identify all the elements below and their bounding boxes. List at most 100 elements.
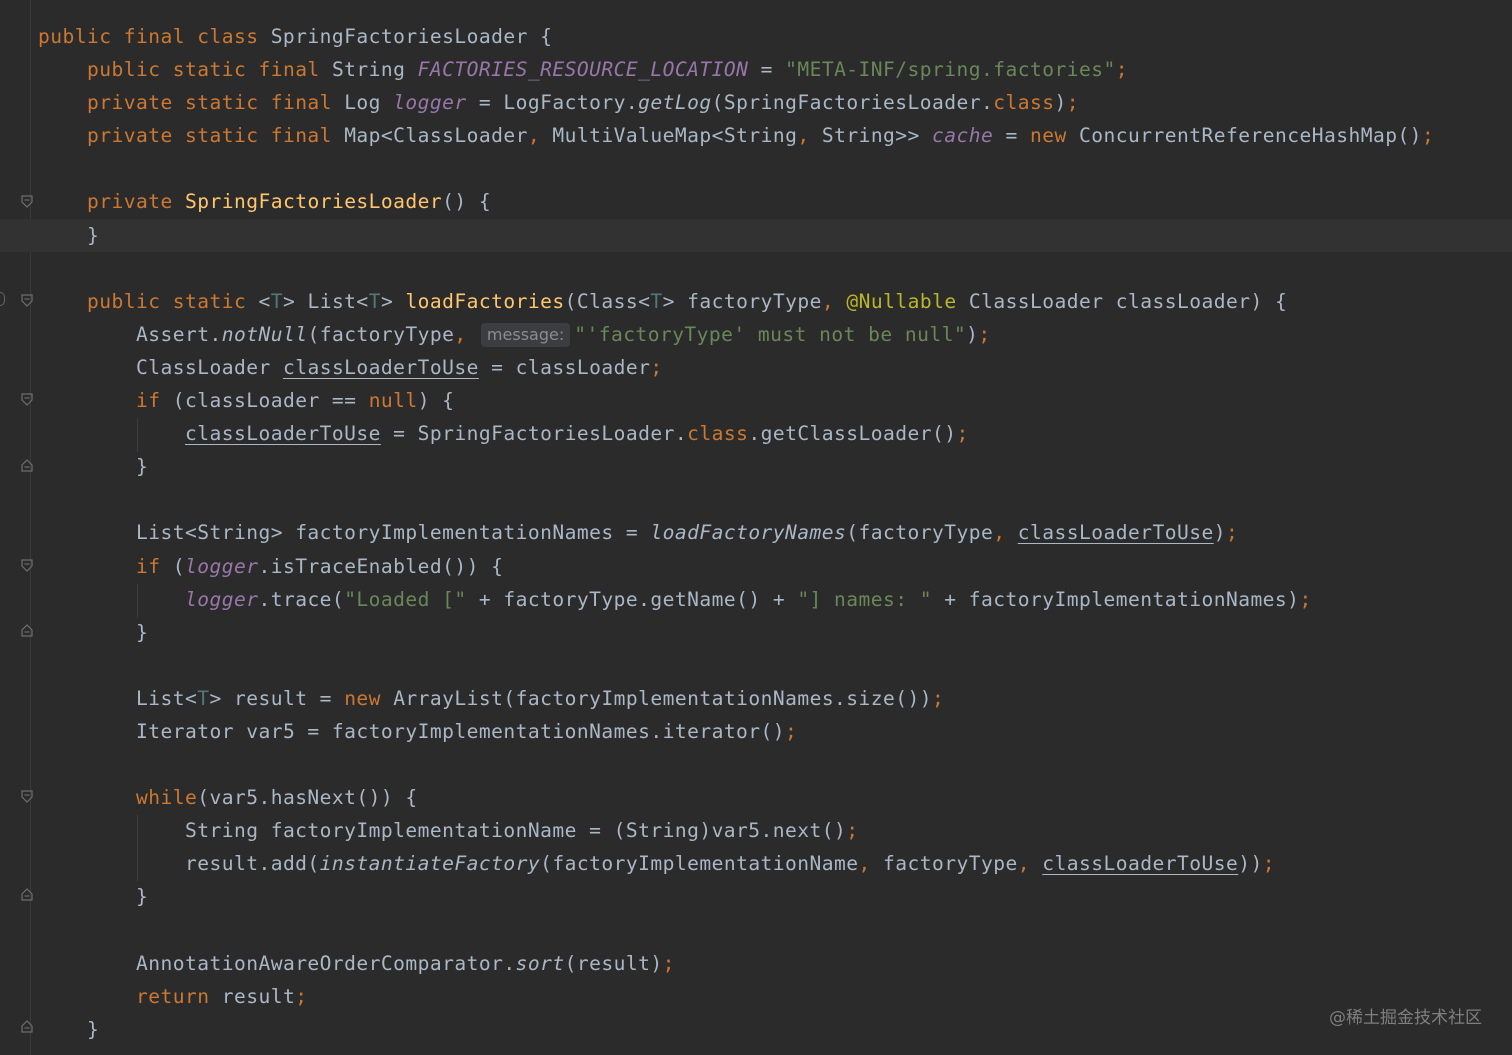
- static-call: instantiateFactory: [319, 852, 541, 876]
- code-line-current[interactable]: }: [0, 218, 1512, 252]
- fold-start-icon[interactable]: [21, 790, 33, 803]
- comma: ,: [858, 852, 884, 876]
- reassigned-variable: classLoaderToUse: [1042, 852, 1239, 876]
- code-text: > List<: [282, 289, 369, 313]
- semicolon: ;: [932, 686, 945, 710]
- code-line[interactable]: ClassLoader classLoaderToUse = classLoad…: [38, 351, 1512, 384]
- type-parameter: T: [368, 289, 381, 313]
- keyword: public static: [87, 289, 259, 313]
- code-line[interactable]: return result;: [38, 980, 1512, 1013]
- semicolon: ;: [1066, 91, 1080, 115]
- comma: ,: [797, 124, 822, 148]
- field-name: logger: [393, 91, 467, 115]
- code-text: .trace(: [258, 587, 345, 611]
- string-literal: "'factoryType' must not be null": [574, 322, 967, 346]
- code-text: (factoryType: [307, 322, 455, 346]
- code-text: {: [527, 25, 553, 48]
- keyword: class: [687, 422, 749, 446]
- fold-start-icon[interactable]: [21, 294, 33, 307]
- code-line[interactable]: public final class SpringFactoriesLoader…: [38, 20, 1512, 53]
- code-text: (classLoader ==: [160, 389, 369, 413]
- string-literal: "] names: ": [797, 587, 933, 611]
- code-editor[interactable]: public final class SpringFactoriesLoader…: [0, 20, 1512, 1046]
- code-line[interactable]: AnnotationAwareOrderComparator.sort(resu…: [38, 947, 1512, 980]
- code-line[interactable]: public static <T> List<T> loadFactories(…: [38, 285, 1512, 318]
- code-line[interactable]: if (logger.isTraceEnabled()) {: [38, 550, 1512, 583]
- code-text: ClassLoader: [135, 355, 283, 379]
- string-literal: "META-INF/spring.factories": [785, 58, 1116, 82]
- code-text: (: [160, 554, 185, 578]
- code-text: ): [1054, 91, 1067, 115]
- type-name: String>>: [821, 124, 933, 148]
- code-text: (factoryImplementationName: [540, 852, 859, 876]
- fold-start-icon[interactable]: [21, 393, 33, 406]
- code-text: }: [135, 455, 149, 479]
- code-line-empty[interactable]: [38, 252, 1512, 285]
- code-line[interactable]: }: [38, 616, 1512, 649]
- fold-end-icon[interactable]: [21, 459, 33, 472]
- type-parameter: T: [270, 289, 283, 313]
- semicolon: ;: [1299, 587, 1312, 611]
- code-line[interactable]: private static final Map<ClassLoader, Mu…: [38, 119, 1512, 152]
- code-line[interactable]: if (classLoader == null) {: [38, 384, 1512, 417]
- static-call: getLog: [638, 91, 712, 115]
- code-text: Iterator var5 = factoryImplementationNam…: [135, 719, 786, 743]
- code-line[interactable]: private SpringFactoriesLoader() {: [38, 185, 1512, 218]
- keyword: public final class: [38, 25, 271, 48]
- type-name: Log: [344, 91, 394, 115]
- code-line-empty[interactable]: [38, 483, 1512, 516]
- reassigned-variable: classLoaderToUse: [184, 422, 381, 446]
- code-line[interactable]: result.add(instantiateFactory(factoryImp…: [38, 847, 1512, 880]
- annotation: @Nullable: [846, 289, 957, 313]
- code-line[interactable]: private static final Log logger = LogFac…: [38, 86, 1512, 119]
- code-text: ): [1213, 521, 1226, 545]
- semicolon: ;: [1225, 521, 1239, 545]
- code-line[interactable]: }: [38, 1013, 1512, 1046]
- code-line[interactable]: List<T> result = new ArrayList(factoryIm…: [38, 682, 1512, 715]
- keyword: return: [135, 984, 210, 1008]
- code-line[interactable]: classLoaderToUse = SpringFactoriesLoader…: [38, 417, 1512, 450]
- code-line[interactable]: while(var5.hasNext()) {: [38, 781, 1512, 814]
- code-text: + factoryType.getName() +: [466, 587, 798, 611]
- static-call: sort: [515, 951, 565, 975]
- semicolon: ;: [785, 719, 798, 743]
- keyword: new: [1030, 124, 1080, 148]
- code-line[interactable]: Assert.notNull(factoryType, message: "'fa…: [38, 318, 1512, 351]
- code-text: ConcurrentReferenceHashMap(): [1079, 124, 1422, 148]
- code-line[interactable]: }: [38, 880, 1512, 913]
- code-line[interactable]: }: [38, 450, 1512, 483]
- class-name: SpringFactoriesLoader: [270, 25, 528, 48]
- code-line-empty[interactable]: [38, 748, 1512, 781]
- code-line-empty[interactable]: [38, 649, 1512, 682]
- code-text: result.add(: [184, 852, 320, 876]
- code-text: (SpringFactoriesLoader.: [711, 91, 994, 115]
- fold-end-icon[interactable]: [21, 888, 33, 901]
- code-text: (factoryType: [846, 521, 994, 545]
- code-text: }: [135, 885, 149, 909]
- semicolon: ;: [956, 422, 969, 446]
- type-parameter: T: [197, 686, 210, 710]
- code-line-empty[interactable]: [38, 914, 1512, 947]
- fold-start-icon[interactable]: [21, 195, 33, 208]
- fold-end-icon[interactable]: [21, 624, 33, 637]
- code-line[interactable]: String factoryImplementationName = (Stri…: [38, 814, 1512, 847]
- watermark: @稀土掘金技术社区: [1329, 1008, 1482, 1028]
- code-text: = classLoader: [478, 355, 651, 379]
- code-line[interactable]: public static final String FACTORIES_RES…: [38, 53, 1512, 86]
- string-literal: "Loaded [": [344, 587, 467, 611]
- code-line[interactable]: logger.trace("Loaded [" + factoryType.ge…: [38, 583, 1512, 616]
- code-text: }: [87, 223, 100, 247]
- type-name: MultiValueMap<String: [552, 124, 798, 148]
- fold-start-icon[interactable]: [21, 559, 33, 572]
- type-name: String: [331, 58, 418, 82]
- semicolon: ;: [1421, 124, 1435, 148]
- code-text: .getClassLoader(): [748, 422, 957, 446]
- semicolon: ;: [1115, 58, 1128, 82]
- field-name: logger: [184, 587, 259, 611]
- code-line-empty[interactable]: [38, 152, 1512, 185]
- fold-end-icon[interactable]: [21, 1020, 33, 1033]
- code-line[interactable]: Iterator var5 = factoryImplementationNam…: [38, 715, 1512, 748]
- code-line[interactable]: List<String> factoryImplementationNames …: [38, 516, 1512, 549]
- comma: ,: [1017, 852, 1043, 876]
- semicolon: ;: [1262, 852, 1275, 876]
